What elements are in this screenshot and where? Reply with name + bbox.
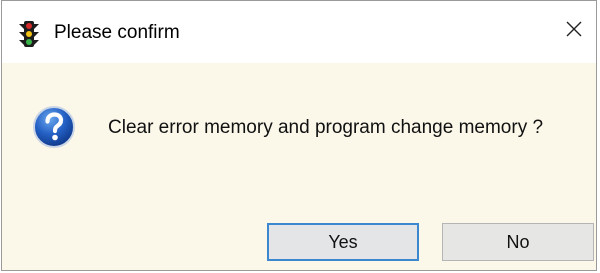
dialog-content: Clear error memory and program change me… (2, 63, 596, 270)
no-button[interactable]: No (442, 223, 594, 261)
traffic-light-icon (19, 21, 39, 47)
close-icon (565, 20, 583, 43)
close-button[interactable] (552, 9, 596, 53)
yes-button[interactable]: Yes (267, 223, 419, 261)
dialog-title: Please confirm (54, 22, 180, 43)
title-bar[interactable]: Please confirm (2, 1, 596, 63)
confirm-dialog: Please confirm Clear error memory and pr… (1, 0, 597, 271)
no-button-label: No (506, 231, 530, 252)
dialog-message: Clear error memory and program change me… (108, 117, 544, 138)
yes-button-label: Yes (328, 231, 358, 252)
question-icon (32, 105, 76, 149)
